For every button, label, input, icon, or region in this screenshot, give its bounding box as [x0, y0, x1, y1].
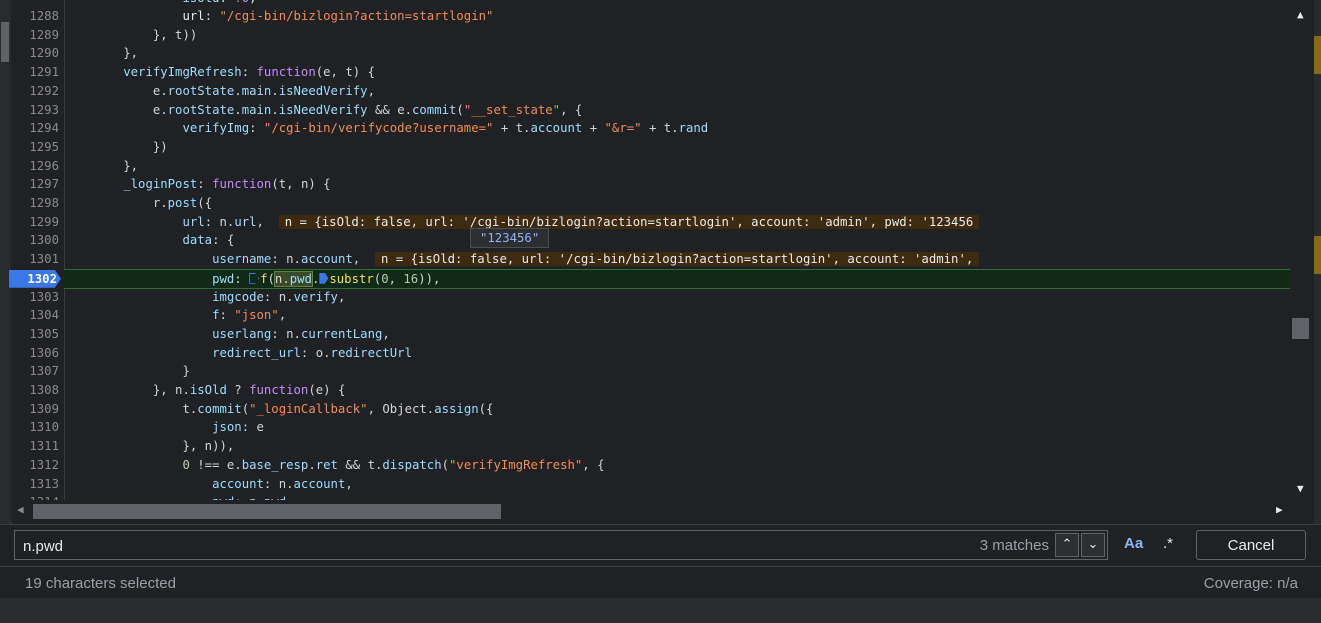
line-number[interactable]: 1289 [11, 26, 59, 45]
line-number[interactable]: 1299 [11, 213, 59, 232]
search-bar: 3 matches ⌃ ⌄ Aa .* Cancel [0, 524, 1321, 567]
scroll-down-icon[interactable]: ▼ [1297, 482, 1304, 495]
line-number[interactable]: 1309 [11, 400, 59, 419]
code-line: } [64, 364, 190, 379]
code-line: url: "/cgi-bin/bizlogin?action=startlogi… [182, 9, 494, 23]
search-input[interactable] [21, 531, 925, 561]
status-bar: 19 characters selected Coverage: n/a [0, 566, 1321, 600]
breakpoint-line-number[interactable]: 1302 [9, 269, 61, 288]
code-line: redirect_url: o.redirectUrl [212, 345, 412, 360]
code-line: json: e [212, 420, 264, 435]
inline-value: n = {isOld: false, url: '/cgi-bin/bizlog… [278, 214, 980, 229]
line-number[interactable]: 1303 [11, 288, 59, 307]
sources-editor[interactable]: 1288 1289 1290 1291 1292 1293 1294 1295 … [0, 0, 1321, 524]
scroll-right-icon[interactable]: ▶ [1276, 503, 1283, 516]
line-number[interactable]: 1308 [11, 381, 59, 400]
code-line: f: "json", [212, 308, 287, 323]
code-line: }, t)) [64, 27, 198, 42]
code-line: }) [64, 139, 168, 154]
value-tooltip: "123456" [470, 228, 550, 248]
code-line: account: n.account, [212, 476, 353, 491]
code-line: t.commit("_loginCallback", Object.assign… [64, 401, 494, 416]
scroll-left-icon[interactable]: ◀ [17, 503, 24, 516]
code-area[interactable]: isold: !0, url: "/cgi-bin/bizlogin?actio… [64, 0, 1290, 500]
line-number[interactable]: 1294 [11, 119, 59, 138]
match-marker [1314, 36, 1321, 74]
horizontal-scrollbar[interactable]: ◀ ▶ [11, 500, 1290, 522]
line-number[interactable]: 1305 [11, 325, 59, 344]
horizontal-scroll-thumb[interactable] [33, 504, 501, 519]
search-field[interactable]: 3 matches ⌃ ⌄ [14, 530, 1108, 561]
line-number[interactable]: 1288 [11, 7, 59, 26]
line-number[interactable]: 1311 [11, 437, 59, 456]
regex-toggle[interactable]: .* [1163, 535, 1173, 552]
code-line: verifyImgRefresh: function(e, t) { [123, 65, 375, 80]
code-line: 0 !== e.base_resp.ret && t.dispatch("ver… [182, 457, 605, 472]
step-marker-icon[interactable] [319, 272, 329, 284]
line-number[interactable]: 1290 [11, 44, 59, 63]
code-line: username: n.account, n = {isOld: false, … [64, 250, 980, 269]
cancel-button[interactable]: Cancel [1196, 530, 1306, 560]
line-number[interactable]: 1292 [11, 82, 59, 101]
line-number[interactable]: 1312 [11, 456, 59, 475]
line-number[interactable]: 1307 [11, 362, 59, 381]
line-number[interactable]: 1298 [11, 194, 59, 213]
code-line: data: { [182, 233, 235, 248]
match-marker [1314, 236, 1321, 274]
line-number[interactable]: 1301 [11, 250, 59, 269]
line-number[interactable]: 1306 [11, 344, 59, 363]
code-line: verifyImg: "/cgi-bin/verifycode?username… [182, 121, 709, 136]
line-number[interactable]: 1310 [11, 418, 59, 437]
code-line: }, [64, 46, 139, 61]
code-line: }, [64, 158, 139, 173]
next-match-button[interactable]: ⌄ [1081, 533, 1105, 557]
line-number[interactable]: 1296 [11, 157, 59, 176]
coverage-status[interactable]: Coverage: n/a [1204, 575, 1298, 592]
previous-match-button[interactable]: ⌃ [1055, 533, 1079, 557]
line-number[interactable]: 1313 [11, 475, 59, 494]
inline-value: n = {isOld: false, url: '/cgi-bin/bizlog… [374, 252, 980, 267]
search-match-strip [1314, 0, 1321, 524]
vertical-scrollbar[interactable]: ▲ ▼ [1290, 0, 1314, 500]
line-number[interactable]: 1297 [11, 175, 59, 194]
scroll-up-icon[interactable]: ▲ [1297, 8, 1304, 21]
step-marker-icon[interactable] [249, 272, 260, 284]
line-number[interactable]: 1295 [11, 138, 59, 157]
code-line: _loginPost: function(t, n) { [123, 177, 331, 192]
line-number[interactable]: 1304 [11, 306, 59, 325]
line-number[interactable]: 1300 [11, 231, 59, 250]
vertical-scroll-thumb[interactable] [1292, 318, 1309, 339]
match-count: 3 matches [979, 537, 1049, 554]
bottom-panel-strip [0, 598, 1321, 623]
code-line: }, n.isOld ? function(e) { [64, 383, 346, 397]
code-line: e.rootState.main.isNeedVerify && e.commi… [64, 102, 583, 117]
code-line: pwd: n.pwd [64, 493, 286, 500]
code-line: r.post({ [64, 196, 213, 210]
line-number[interactable]: 1293 [11, 101, 59, 120]
line-number-gutter[interactable]: 1288 1289 1290 1291 1292 1293 1294 1295 … [9, 0, 65, 500]
execution-line: pwd: f(n.pwd. substr(0, 16)), [64, 268, 1290, 290]
selection-status: 19 characters selected [25, 575, 176, 592]
code-line: }, n)), [64, 439, 235, 454]
left-scroll-thumb[interactable] [1, 22, 9, 62]
code-line: userlang: n.currentLang, [212, 326, 390, 341]
line-number[interactable]: 1291 [11, 63, 59, 82]
match-case-toggle[interactable]: Aa [1124, 535, 1143, 552]
code-line: imgcode: n.verify, [212, 289, 346, 304]
code-line: e.rootState.main.isNeedVerify, [64, 83, 375, 98]
